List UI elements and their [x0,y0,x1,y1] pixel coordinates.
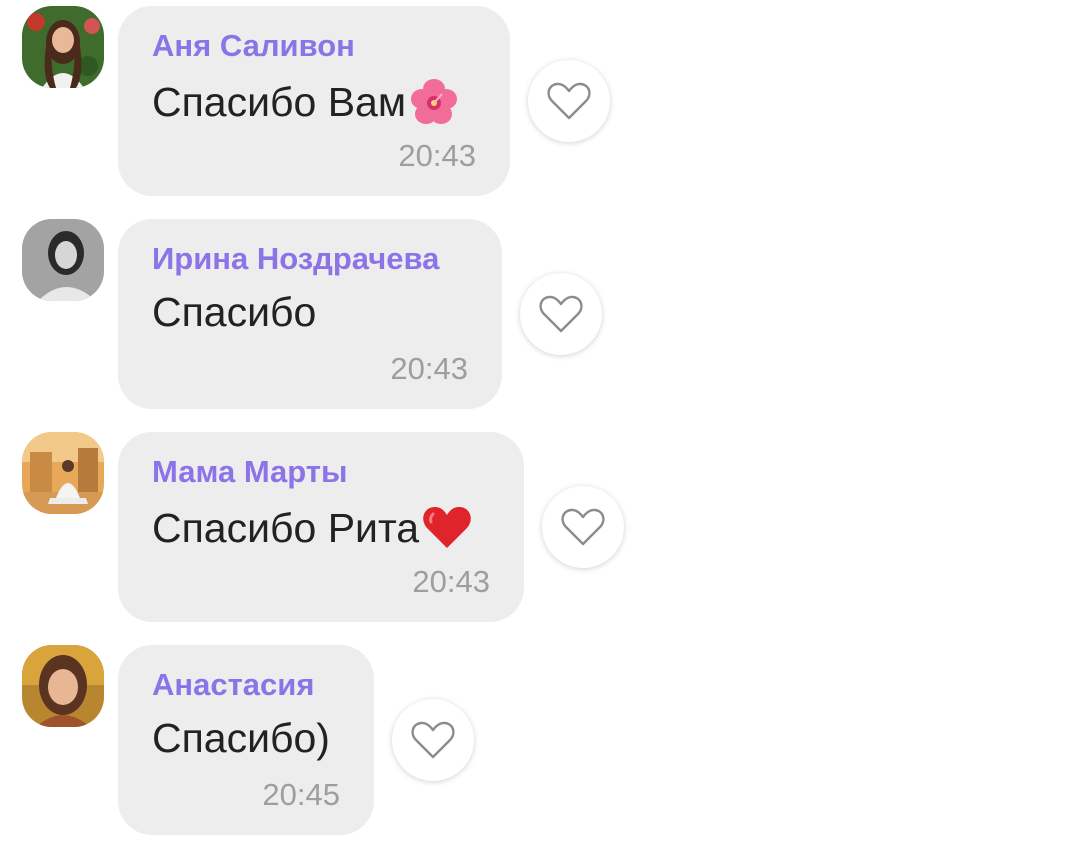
like-button[interactable] [392,699,474,781]
message-text-content: Спасибо [152,289,317,335]
sender-name[interactable]: Аня Саливон [152,28,355,64]
message-text: Спасибо Рита [152,502,473,554]
message-text-content: Спасибо Вам [152,78,407,125]
like-button[interactable] [528,60,610,142]
message-row: Ирина Ноздрачева Спасибо 20:43 [0,219,1080,419]
red-heart-emoji-icon [421,502,473,554]
heart-outline-icon [539,295,583,333]
message-text: Спасибо [152,289,316,336]
message-bubble: Мама Марты Спасибо Рита 20:43 [118,432,524,622]
message-text-content: Спасибо) [152,715,330,761]
heart-outline-icon [411,721,455,759]
like-button[interactable] [542,486,624,568]
message-bubble: Анастасия Спасибо) 20:45 [118,645,374,835]
timestamp: 20:43 [398,138,476,173]
avatar[interactable] [22,6,104,88]
message-row: Аня Саливон Спасибо Вам 20:43 [0,6,1080,206]
message-bubble: Аня Саливон Спасибо Вам 20:43 [118,6,510,196]
heart-outline-icon [561,508,605,546]
avatar[interactable] [22,432,104,514]
message-bubble: Ирина Ноздрачева Спасибо 20:43 [118,219,502,409]
timestamp: 20:43 [412,564,490,599]
message-row: Мама Марты Спасибо Рита 20:43 [0,432,1080,632]
hibiscus-emoji-icon [408,76,460,128]
message-text: Спасибо Вам [152,76,460,128]
heart-outline-icon [547,82,591,120]
sender-name[interactable]: Анастасия [152,667,314,703]
avatar[interactable] [22,645,104,727]
timestamp: 20:43 [390,351,468,386]
message-text-content: Спасибо Рита [152,504,420,551]
sender-name[interactable]: Мама Марты [152,454,347,490]
timestamp: 20:45 [262,777,340,812]
sender-name[interactable]: Ирина Ноздрачева [152,241,439,277]
message-row: Анастасия Спасибо) 20:45 [0,645,1080,845]
message-text: Спасибо) [152,715,330,762]
like-button[interactable] [520,273,602,355]
avatar[interactable] [22,219,104,301]
